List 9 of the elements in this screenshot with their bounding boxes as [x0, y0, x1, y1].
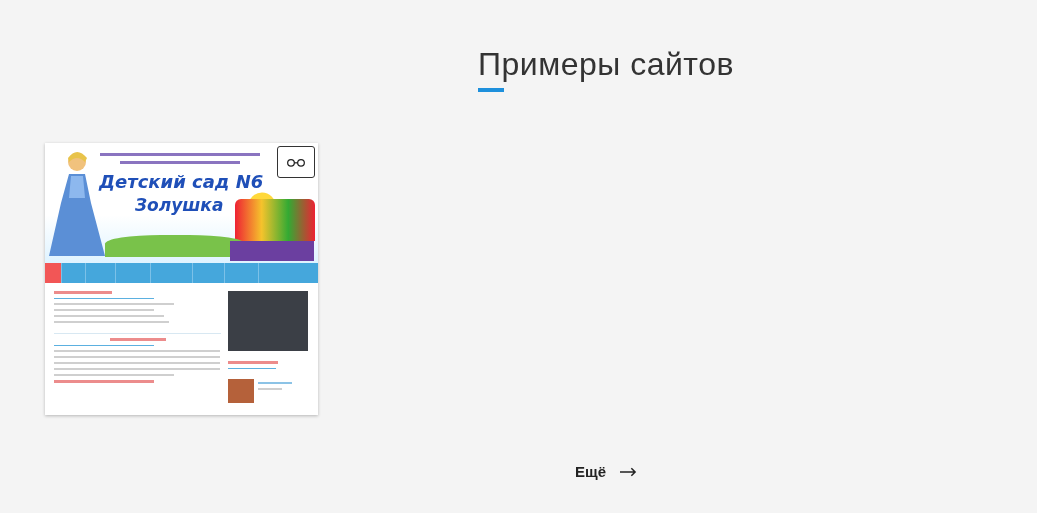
- website-thumbnail[interactable]: Детский сад N6 Золушка: [45, 143, 318, 415]
- section-title: Примеры сайтов: [478, 45, 734, 84]
- banner-title: Детский сад N6: [99, 171, 264, 192]
- glasses-icon: [286, 157, 306, 167]
- title-underline: [478, 88, 505, 92]
- more-link[interactable]: Ещё: [575, 463, 637, 480]
- banner-name: Золушка: [135, 195, 224, 215]
- arrow-right-icon: [620, 466, 637, 477]
- accessibility-badge[interactable]: [277, 146, 315, 178]
